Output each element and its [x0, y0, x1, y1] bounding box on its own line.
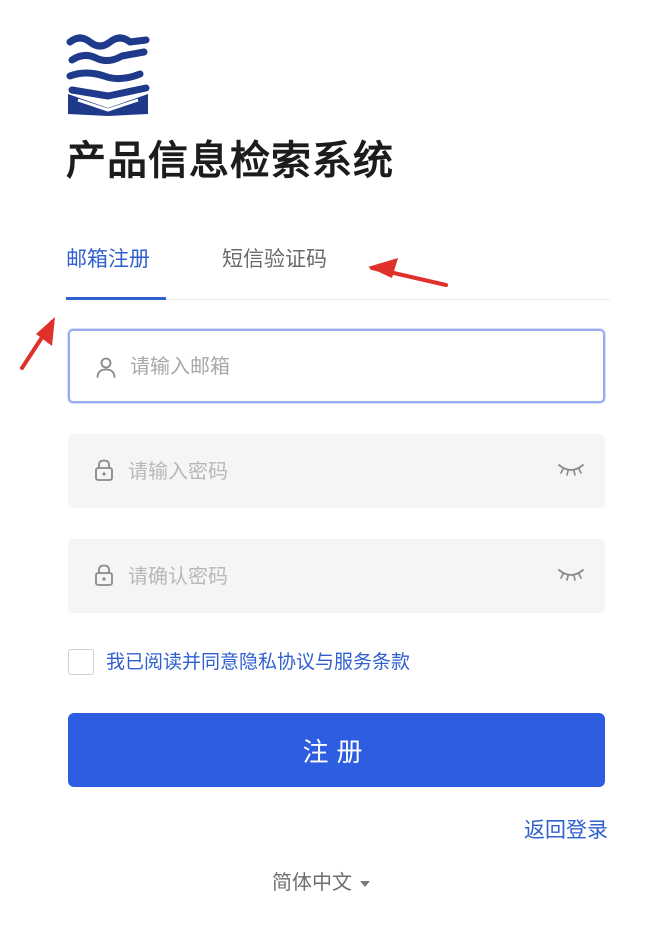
confirm-password-field[interactable]: [68, 539, 605, 613]
user-icon: [96, 357, 116, 378]
lock-icon: [95, 459, 113, 481]
agreement-row: 我已阅读并同意隐私协议与服务条款: [68, 648, 568, 676]
eye-closed-icon[interactable]: [557, 459, 585, 479]
email-field[interactable]: [68, 329, 605, 403]
caret-down-icon: [360, 880, 370, 887]
language-select[interactable]: 简体中文: [272, 867, 370, 897]
password-input[interactable]: [128, 434, 528, 508]
confirm-password-input[interactable]: [128, 539, 528, 613]
agreement-checkbox[interactable]: [68, 649, 94, 675]
language-label: 简体中文: [272, 870, 352, 894]
eye-closed-icon[interactable]: [557, 564, 585, 584]
tab-sms-code[interactable]: 短信验证码: [222, 244, 327, 274]
password-field[interactable]: [68, 434, 605, 508]
email-input[interactable]: [130, 331, 530, 401]
active-tab-indicator: [66, 297, 166, 300]
tab-email-register[interactable]: 邮箱注册: [66, 244, 150, 274]
annotation-arrow-email: [20, 317, 55, 370]
wave-book-logo-icon: [66, 34, 150, 116]
register-tabs: 邮箱注册 短信验证码: [66, 240, 610, 300]
register-button[interactable]: 注册: [68, 713, 605, 787]
back-to-login-link[interactable]: 返回登录: [524, 815, 608, 845]
agreement-link[interactable]: 我已阅读并同意隐私协议与服务条款: [106, 648, 410, 676]
page-title: 产品信息检索系统: [66, 138, 394, 184]
app-logo: [64, 32, 152, 118]
lock-icon: [95, 564, 113, 586]
